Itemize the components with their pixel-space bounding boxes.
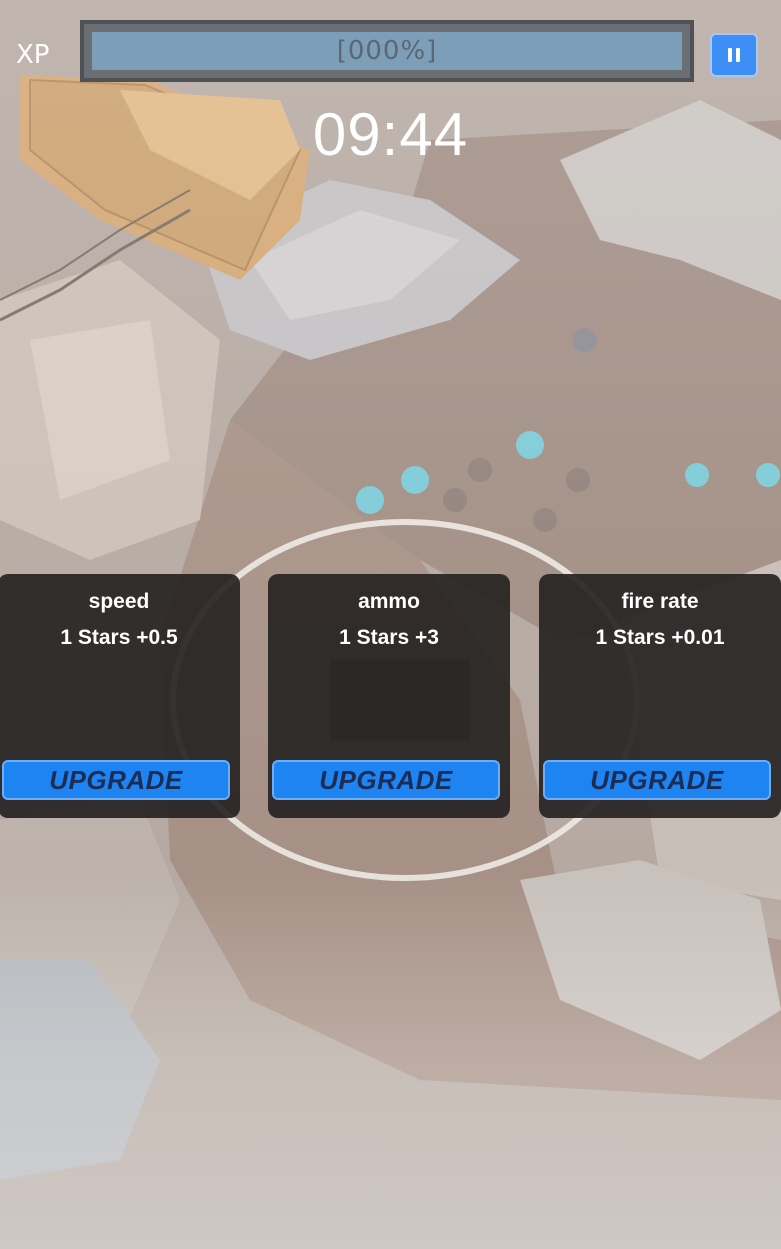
upgrade-title: ammo [358,590,420,613]
game-timer: 09:44 [312,101,469,168]
xp-label: XP [16,40,50,70]
upgrade-card-ammo: ammo 1 Stars +3 UPGRADE [268,574,510,818]
upgrade-title: fire rate [621,590,699,613]
upgrade-effect: 1 Stars +3 [339,626,439,649]
xp-percent-text: [000%] [336,36,438,66]
pause-icon [726,48,742,62]
upgrade-ammo-button[interactable]: UPGRADE [272,760,500,800]
upgrade-speed-button[interactable]: UPGRADE [2,760,230,800]
upgrade-card-fire-rate: fire rate 1 Stars +0.01 UPGRADE [539,574,781,818]
upgrade-fire-rate-button[interactable]: UPGRADE [543,760,771,800]
pause-button[interactable] [710,33,758,77]
upgrade-title: speed [88,590,150,613]
xp-progress-bar: [000%] [80,20,694,82]
upgrade-effect: 1 Stars +0.5 [60,626,178,649]
xp-progress-track: [000%] [92,32,682,70]
upgrade-card-speed: speed 1 Stars +0.5 UPGRADE [0,574,240,818]
upgrade-effect: 1 Stars +0.01 [595,626,725,649]
